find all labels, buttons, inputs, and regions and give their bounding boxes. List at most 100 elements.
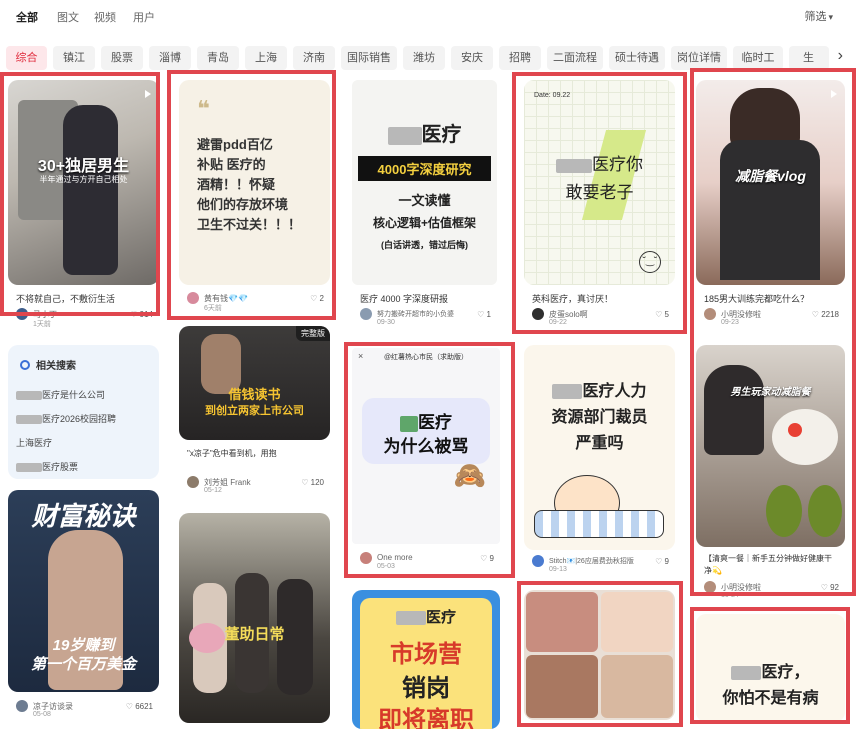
card-image: 男生玩家动减脂餐 <box>696 345 845 547</box>
person-shape <box>704 365 764 455</box>
blurred-text <box>400 415 418 432</box>
note-card[interactable]: @红薯热心市民（求助版） × 医疗 为什么被骂 🙈 One more 05-03… <box>352 348 500 574</box>
card-image: 董助日常 <box>179 513 330 723</box>
highlight-shape <box>581 130 647 220</box>
cat-chip[interactable]: 青岛 <box>197 46 239 70</box>
quote-icon: ❝ <box>197 96 210 121</box>
cat-chip[interactable]: 综合 <box>6 46 47 70</box>
tab-image-text[interactable]: 图文 <box>57 9 79 25</box>
card-meta: 小明没修啦 09-23 ♡ 2218 <box>704 308 839 332</box>
art-line: 医疗人力 <box>524 377 675 401</box>
category-bar: 综合 镇江 股票 淄博 青岛 上海 济南 国际销售 潍坊 安庆 招聘 二面流程 … <box>6 46 846 70</box>
photo-tile <box>601 655 673 718</box>
chevron-right-icon[interactable]: › <box>838 47 843 65</box>
blurred-text <box>16 463 42 473</box>
tab-video[interactable]: 视频 <box>94 9 116 25</box>
like-count: 5 <box>664 310 669 319</box>
badge: 完整版 <box>296 326 330 341</box>
note-card[interactable]: ❝ 避雷pdd百亿 补贴 医疗的 酒精！！怀疑 他们的存放环境 卫生不过关！！！ 黄有钱… <box>179 80 330 312</box>
cat-chip[interactable]: 生 <box>789 46 829 70</box>
overlay-line: 19岁赚到 <box>52 637 115 654</box>
overlay-subtitle: 半年通过与方开自己相处 <box>39 175 128 184</box>
note-card[interactable]: 医疗， 你怕不是有病 <box>696 614 845 724</box>
note-card[interactable] <box>524 590 675 722</box>
heart-icon: ♡ <box>655 557 663 566</box>
blurred-text <box>387 126 422 145</box>
author-name[interactable]: 努力搬砖开超市的小负婆 <box>377 309 454 319</box>
cat-chip[interactable]: 安庆 <box>451 46 493 70</box>
cat-chip[interactable]: 招聘 <box>499 46 541 70</box>
card-title: 英科医疗，真讨厌！ <box>532 294 614 304</box>
related-item[interactable]: 上海医疗 <box>16 436 52 449</box>
note-card[interactable]: 董助日常 <box>179 513 330 729</box>
like-button[interactable]: ♡ 2 <box>310 294 324 303</box>
cat-chip[interactable]: 镇江 <box>53 46 95 70</box>
card-image: 财富秘诀 19岁赚到 第一个百万美金 <box>8 490 159 692</box>
photo-tile <box>526 655 598 718</box>
filter-button[interactable]: 筛选 ▾ <box>804 8 833 24</box>
card-title: 【清爽一餐｜新手五分钟做好健康干净💫 <box>704 554 832 575</box>
like-button[interactable]: ♡ 6621 <box>126 702 153 711</box>
photo-tile <box>526 592 598 652</box>
tab-users[interactable]: 用户 <box>133 9 155 25</box>
related-item[interactable]: 医疗股票 <box>16 460 78 473</box>
avatar <box>704 308 716 320</box>
cat-chip[interactable]: 国际销售 <box>341 46 397 70</box>
card-image: 医疗 4000字深度研究 一文读懂 核心逻辑+估值框架 (白话讲透，错过后悔) <box>352 80 497 285</box>
cat-chip[interactable]: 济南 <box>293 46 335 70</box>
like-button[interactable]: ♡ 92 <box>821 583 839 592</box>
play-icon <box>145 90 151 98</box>
author-name[interactable]: Stitch📧|26应届费劲秋招版 <box>549 556 634 566</box>
close-icon[interactable]: × <box>358 351 363 361</box>
card-image: 医疗， 你怕不是有病 <box>696 614 845 722</box>
cat-chip[interactable]: 上海 <box>245 46 287 70</box>
like-count: 9 <box>489 554 494 563</box>
card-meta: Stitch📧|26应届费劲秋招版 09-13 ♡ 9 <box>532 555 669 579</box>
cat-chip[interactable]: 股票 <box>101 46 143 70</box>
post-date: 09-13 <box>549 566 567 573</box>
cat-chip[interactable]: 淄博 <box>149 46 191 70</box>
post-date: 09-23 <box>721 319 739 326</box>
tab-all[interactable]: 全部 <box>16 9 38 25</box>
art-line: 4000字深度研究 <box>358 156 491 181</box>
like-button[interactable]: ♡ 2218 <box>812 310 839 319</box>
cat-chip[interactable]: 硕士待遇 <box>609 46 665 70</box>
art-line: 你怕不是有病 <box>722 690 819 707</box>
like-count: 9 <box>664 557 669 566</box>
like-button[interactable]: ♡ 9 <box>655 557 669 566</box>
post-date: 6天前 <box>204 305 222 312</box>
heart-icon: ♡ <box>125 702 133 711</box>
overlay-line: 到创立两家上市公司 <box>205 405 304 417</box>
note-card[interactable]: Date: 09.22 医疗你 敢要老子 ˘‿˘ 英科医疗，真讨厌！ 皮蛋sol… <box>524 80 675 326</box>
cat-chip[interactable]: 岗位详情 <box>671 46 727 70</box>
cat-chip[interactable]: 潍坊 <box>403 46 445 70</box>
post-date: 10-24 <box>721 592 739 599</box>
top-tabs: 全部 图文 视频 用户 筛选 ▾ <box>0 0 865 32</box>
note-card[interactable]: 医疗 4000字深度研究 一文读懂 核心逻辑+估值框架 (白话讲透，错过后悔) … <box>352 80 497 326</box>
card-meta: 马小丁 1天前 ♡ 914 <box>16 308 153 332</box>
note-card[interactable]: 减脂餐vlog 185男大训练完都吃什么？ 小明没修啦 09-23 ♡ 2218 <box>696 80 845 328</box>
filter-label: 筛选 <box>804 11 827 23</box>
art-line: 销岗 <box>402 675 450 702</box>
like-button[interactable]: ♡ 1 <box>477 310 491 319</box>
author-name[interactable]: One more <box>377 553 413 562</box>
note-card[interactable]: 30+独居男生 半年通过与方开自己相处 不将就自己，不敷衍生活 马小丁 1天前 … <box>8 80 159 330</box>
like-button[interactable]: ♡ 914 <box>130 310 153 319</box>
note-card[interactable]: 医疗 市场营 销岗 即将离职 <box>352 590 500 729</box>
art-line: 即将离职 <box>378 707 474 729</box>
related-item[interactable]: 医疗是什么公司 <box>16 388 105 401</box>
art-line: 医疗， <box>696 658 845 682</box>
cat-chip[interactable]: 临时工 <box>733 46 783 70</box>
cat-chip[interactable]: 二面流程 <box>547 46 603 70</box>
note-card[interactable]: 医疗人力 资源部门裁员 严重吗 Stitch📧|26应届费劲秋招版 09-13 … <box>524 345 675 575</box>
blurred-text <box>395 611 426 626</box>
heart-icon: ♡ <box>477 310 485 319</box>
related-item[interactable]: 医疗2026校园招聘 <box>16 412 116 425</box>
note-card[interactable]: 男生玩家动减脂餐 【清爽一餐｜新手五分钟做好健康干净💫 小明没修啦 10-24 … <box>696 345 845 599</box>
note-card[interactable]: 完整版 借钱读书 到创立两家上市公司 "x凉子"危中看到机，用抱 刘芳姐 Fra… <box>179 326 330 498</box>
note-card[interactable]: 财富秘诀 19岁赚到 第一个百万美金 凉子访谈录 05-08 ♡ 6621 <box>8 490 159 722</box>
like-button[interactable]: ♡ 9 <box>480 554 494 563</box>
blurred-text <box>731 665 762 680</box>
like-button[interactable]: ♡ 5 <box>655 310 669 319</box>
like-button[interactable]: ♡ 120 <box>301 478 324 487</box>
